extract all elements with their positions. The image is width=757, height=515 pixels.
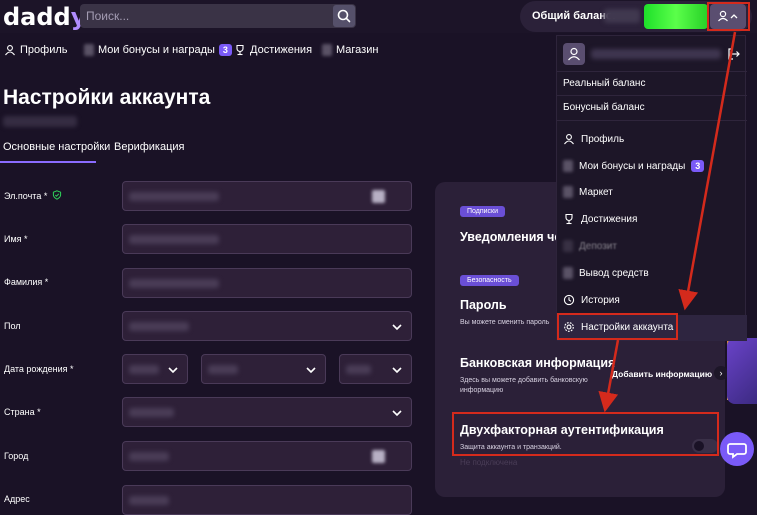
nav-profile[interactable]: Профиль [4,44,68,56]
chevron-down-icon [168,367,178,374]
chevron-right-icon[interactable]: › [714,366,728,380]
bank-info-description: Здесь вы можете добавить банковскую инфо… [460,377,588,394]
balance-panel: Общий баланс: [520,1,752,32]
user-icon [718,10,738,22]
menu-item-deposit[interactable]: Депозит [563,240,617,252]
two-factor-toggle[interactable] [692,439,718,453]
bonus-count-badge: 3 [218,44,232,56]
password-title: Пароль [460,298,507,312]
user-icon [568,47,580,61]
nav-shop[interactable]: Магазин [322,44,378,56]
search-input[interactable] [86,8,326,24]
gear-icon [564,322,574,332]
birth-day-select[interactable] [122,354,188,384]
search-button[interactable] [333,5,355,27]
chevron-up-icon [730,14,738,19]
promo-banner[interactable] [727,338,757,404]
email-label: Эл.почта * [4,190,62,201]
nav-achievements[interactable]: Достижения [234,44,312,56]
last-name-label: Фамилия * [4,277,49,287]
real-balance-row: Реальный баланс [563,78,646,89]
top-bar: daddy Общий баланс: [0,0,757,33]
shop-icon [322,44,332,56]
first-name-label: Имя * [4,234,28,244]
nav-bonuses[interactable]: Мои бонусы и награды 3 [84,44,232,56]
search-bar [80,4,356,28]
country-select[interactable] [122,397,412,427]
chevron-down-icon [392,367,402,374]
email-field[interactable] [122,181,412,211]
address-label: Адрес [4,494,30,504]
avatar [563,43,585,65]
active-tab-indicator [0,161,96,163]
logo[interactable]: daddy [3,3,86,31]
city-field[interactable] [122,441,412,471]
menu-item-bonuses[interactable]: Мои бонусы и награды 3 [563,160,705,172]
shield-check-icon [52,190,61,200]
user-icon [564,134,574,145]
birthdate-label: Дата рождения * [4,364,74,374]
user-id [3,116,77,127]
menu-item-account-settings[interactable]: Настройки аккаунта [563,321,673,333]
market-icon [563,186,573,198]
add-bank-info-button[interactable]: Добавить информацию [612,369,712,379]
history-icon [563,294,575,306]
deposit-icon [563,240,573,252]
chevron-down-icon [392,324,402,331]
bank-info-title: Банковская информация [460,356,616,370]
page-title: Настройки аккаунта [3,86,211,109]
chat-button[interactable] [720,432,754,466]
user-icon [5,45,15,56]
bonus-icon [84,44,94,56]
first-name-field[interactable] [122,224,412,254]
tab-general-settings[interactable]: Основные настройки [3,141,110,153]
gender-select[interactable] [122,311,412,341]
last-name-field[interactable] [122,268,412,298]
gender-label: Пол [4,321,21,331]
city-label: Город [4,451,29,461]
birth-year-select[interactable] [339,354,412,384]
menu-item-withdraw[interactable]: Вывод средств [563,267,649,279]
bonus-balance-row: Бонусный баланс [563,102,645,113]
user-menu-button[interactable] [710,4,746,29]
two-factor-description: Защита аккаунта и транзакций. [460,444,562,451]
bonus-icon [563,160,573,172]
user-dropdown-menu: Реальный баланс Бонусный баланс Профиль … [556,35,747,341]
security-chip: Безопасность [460,275,519,286]
deposit-button[interactable] [644,4,708,29]
balance-value [604,9,640,23]
menu-item-profile[interactable]: Профиль [563,133,624,145]
two-factor-title: Двухфакторная аутентификация [460,423,664,437]
trophy-icon [236,44,244,56]
tab-verification[interactable]: Верификация [114,141,185,153]
chevron-down-icon [392,410,402,417]
logout-icon[interactable] [727,47,741,61]
search-icon [337,9,351,23]
country-label: Страна * [4,407,41,417]
notifications-title: Уведомления че [460,230,562,244]
menu-item-achievements[interactable]: Достижения [563,213,637,225]
chat-icon [727,443,747,459]
withdraw-icon [563,267,573,279]
menu-item-market[interactable]: Маркет [563,186,613,198]
menu-item-history[interactable]: История [563,294,620,306]
birth-month-select[interactable] [201,354,326,384]
user-email [591,49,721,59]
password-description: Вы можете сменить пароль [460,319,550,326]
address-field[interactable] [122,485,412,515]
subscriptions-chip: Подписки [460,206,506,217]
chevron-down-icon [306,367,316,374]
trophy-icon [565,213,573,225]
two-factor-status: Не подключена [460,458,518,467]
bonus-count-badge: 3 [691,160,705,172]
